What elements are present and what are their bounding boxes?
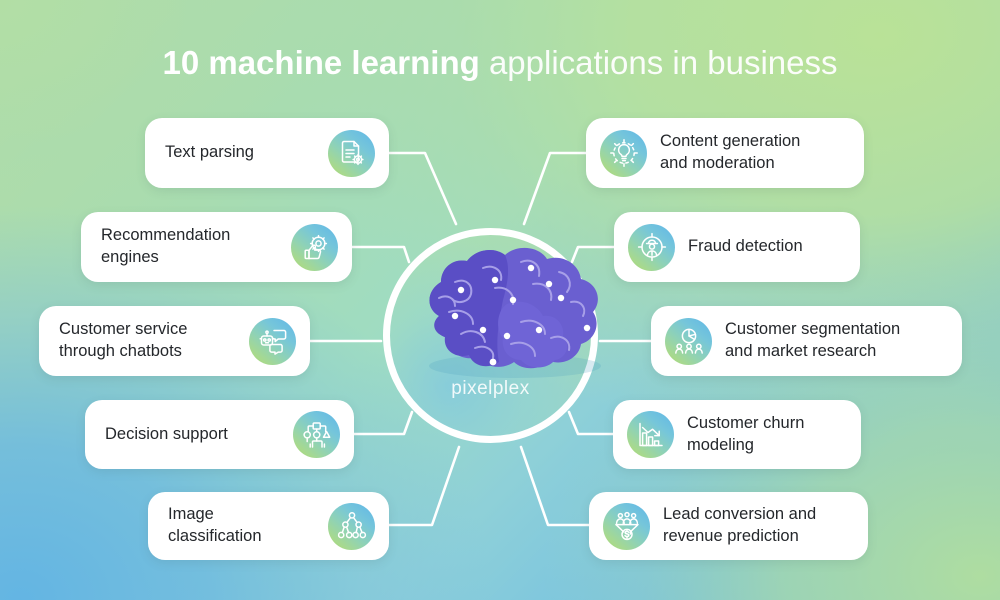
declining-bar-chart-icon — [627, 411, 674, 458]
connector-decision-support — [352, 410, 414, 436]
brain-illustration — [403, 238, 623, 388]
page-title: 10 machine learning applications in busi… — [0, 44, 1000, 82]
card-decision-support[interactable]: Decision support — [85, 400, 354, 469]
card-customer-churn[interactable]: Customer churn modeling — [613, 400, 861, 469]
decision-tree-icon — [293, 411, 340, 458]
card-label-customer-service-chatbots: Customer service through chatbots — [59, 320, 188, 360]
connector-lead-conversion — [519, 445, 591, 527]
card-label-customer-segmentation: Customer segmentation and market researc… — [725, 320, 901, 360]
infographic-canvas: pixelplex 10 machine learning applicatio… — [0, 0, 1000, 600]
card-label-decision-support: Decision support — [105, 424, 228, 443]
title-light-part: applications in business — [479, 44, 838, 81]
chatbot-icon — [249, 317, 296, 365]
card-text-parsing[interactable]: Text parsing — [145, 118, 389, 188]
connector-recommendation-engines — [350, 245, 411, 264]
card-label-text-parsing: Text parsing — [165, 143, 254, 162]
pixelplex-watermark: pixelplex — [451, 378, 530, 399]
card-recommendation-engines[interactable]: Recommendation engines — [81, 212, 352, 282]
title-bold-part: 10 machine learning — [162, 44, 480, 81]
connector-text-parsing — [387, 151, 458, 226]
funnel-dollar-people-icon — [603, 502, 650, 550]
card-fraud-detection[interactable]: Fraud detection — [614, 212, 860, 282]
card-label-image-classification: Image classification — [168, 505, 262, 545]
card-label-recommendation-engines: Recommendation engines — [101, 226, 231, 266]
thumbs-up-gear-icon — [291, 223, 338, 271]
card-label-lead-conversion: Lead conversion and revenue prediction — [663, 505, 817, 545]
document-gear-icon — [328, 129, 375, 177]
card-content-generation[interactable]: Content generation and moderation — [586, 118, 864, 188]
neural-network-icon — [328, 502, 375, 550]
card-image-classification[interactable]: Image classification — [148, 492, 389, 560]
card-label-content-generation: Content generation and moderation — [660, 132, 801, 172]
card-label-customer-churn: Customer churn modeling — [687, 413, 805, 454]
card-customer-segmentation[interactable]: Customer segmentation and market researc… — [651, 306, 962, 376]
card-lead-conversion[interactable]: Lead conversion and revenue prediction — [589, 492, 868, 560]
pie-chart-people-icon — [665, 317, 712, 365]
connector-customer-churn — [567, 410, 615, 436]
detective-target-icon — [628, 223, 675, 271]
connector-content-generation — [522, 151, 588, 226]
card-customer-service-chatbots[interactable]: Customer service through chatbots — [39, 306, 310, 376]
lightbulb-gear-icon — [600, 129, 647, 177]
card-label-fraud-detection: Fraud detection — [688, 237, 803, 256]
connector-image-classification — [387, 445, 461, 527]
